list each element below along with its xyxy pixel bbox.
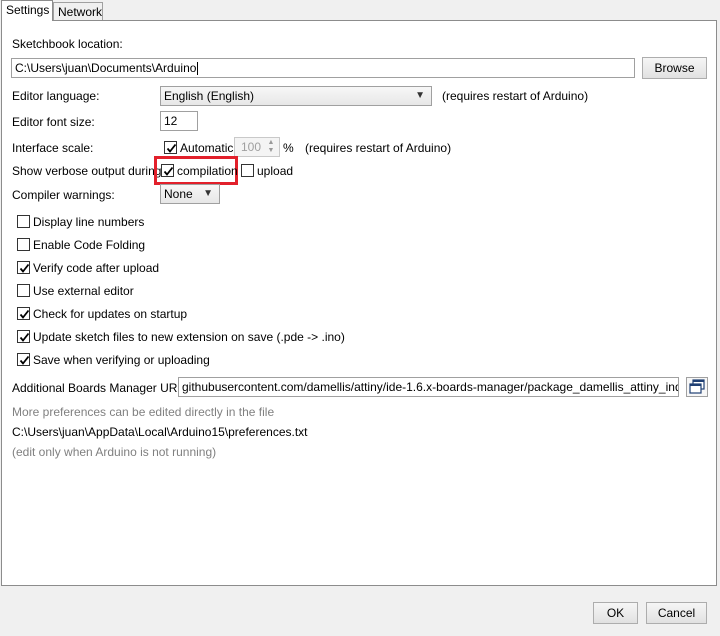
interface-scale-automatic-label: Automatic — [180, 141, 234, 155]
settings-panel: Sketchbook location: C:\Users\juan\Docum… — [1, 20, 717, 586]
verbose-output-label: Show verbose output during: — [12, 164, 165, 178]
verbose-upload-label: upload — [257, 164, 294, 178]
interface-scale-label: Interface scale: — [12, 141, 94, 155]
chevron-down-icon: ▼ — [203, 188, 213, 199]
option-label-verify-after-upload: Verify code after upload — [33, 261, 160, 275]
option-checkbox-verify-after-upload[interactable] — [17, 261, 30, 274]
option-label-save-when-verifying: Save when verifying or uploading — [33, 353, 210, 367]
edit-only-note: (edit only when Arduino is not running) — [12, 445, 217, 459]
boards-manager-urls-label: Additional Boards Manager URLs: — [12, 381, 194, 395]
ok-button[interactable]: OK — [593, 602, 638, 624]
check-icon — [19, 263, 30, 273]
check-icon — [19, 332, 30, 342]
chevron-down-icon: ▼ — [415, 90, 425, 101]
option-checkbox-use-external-editor[interactable] — [17, 284, 30, 297]
browse-button[interactable]: Browse — [642, 57, 707, 79]
sketchbook-location-label: Sketchbook location: — [12, 37, 123, 51]
option-label-use-external-editor: Use external editor — [33, 284, 134, 298]
option-label-update-sketch-extension: Update sketch files to new extension on … — [33, 330, 345, 344]
editor-language-label: Editor language: — [12, 89, 100, 103]
option-label-check-updates: Check for updates on startup — [33, 307, 188, 321]
check-icon — [19, 355, 30, 365]
verbose-upload-checkbox[interactable] — [241, 164, 254, 177]
open-url-list-button[interactable] — [686, 377, 708, 397]
option-checkbox-save-when-verifying[interactable] — [17, 353, 30, 366]
interface-scale-unit: % — [283, 141, 294, 155]
tab-settings[interactable]: Settings — [1, 0, 53, 21]
spinner-down-icon[interactable]: ▼ — [265, 147, 277, 155]
interface-scale-value: 100 — [240, 140, 261, 154]
verbose-compilation-label: compilation — [177, 164, 238, 178]
check-icon — [19, 309, 30, 319]
tab-settings-label: Settings — [6, 3, 50, 17]
verbose-compilation-checkbox[interactable] — [161, 164, 174, 177]
interface-scale-note: (requires restart of Arduino) — [305, 141, 452, 155]
option-checkbox-display-line-numbers[interactable] — [17, 215, 30, 228]
compiler-warnings-label: Compiler warnings: — [12, 188, 115, 202]
tab-network-label: Network — [58, 5, 103, 19]
tab-network[interactable]: Network — [53, 2, 103, 20]
interface-scale-spinner[interactable]: 100 ▲ ▼ — [234, 137, 280, 157]
spinner-up-icon[interactable]: ▲ — [265, 139, 277, 147]
editor-language-note: (requires restart of Arduino) — [442, 89, 589, 103]
option-label-display-line-numbers: Display line numbers — [33, 215, 145, 229]
check-icon — [163, 166, 174, 176]
option-label-enable-code-folding: Enable Code Folding — [33, 238, 146, 252]
editor-font-size-label: Editor font size: — [12, 115, 95, 129]
compiler-warnings-value: None — [164, 187, 193, 201]
option-checkbox-check-updates[interactable] — [17, 307, 30, 320]
boards-manager-urls-value: githubusercontent.com/damellis/attiny/id… — [182, 380, 679, 394]
preferences-file-path: C:\Users\juan\AppData\Local\Arduino15\pr… — [12, 425, 308, 439]
check-icon — [166, 143, 177, 153]
editor-font-size-value: 12 — [164, 114, 178, 128]
sketchbook-location-input[interactable]: C:\Users\juan\Documents\Arduino — [11, 58, 635, 78]
cancel-button[interactable]: Cancel — [646, 602, 707, 624]
text-caret — [197, 62, 199, 76]
option-checkbox-update-sketch-extension[interactable] — [17, 330, 30, 343]
editor-language-select[interactable]: English (English) ▼ — [160, 86, 432, 106]
compiler-warnings-select[interactable]: None ▼ — [160, 184, 220, 204]
editor-language-value: English (English) — [164, 89, 255, 103]
more-preferences-note: More preferences can be edited directly … — [12, 405, 275, 419]
editor-font-size-input[interactable]: 12 — [160, 111, 198, 131]
window-list-icon — [689, 379, 705, 394]
interface-scale-automatic-checkbox[interactable] — [164, 141, 177, 154]
boards-manager-urls-input[interactable]: githubusercontent.com/damellis/attiny/id… — [178, 377, 679, 397]
sketchbook-location-value: C:\Users\juan\Documents\Arduino — [15, 61, 197, 75]
option-checkbox-enable-code-folding[interactable] — [17, 238, 30, 251]
